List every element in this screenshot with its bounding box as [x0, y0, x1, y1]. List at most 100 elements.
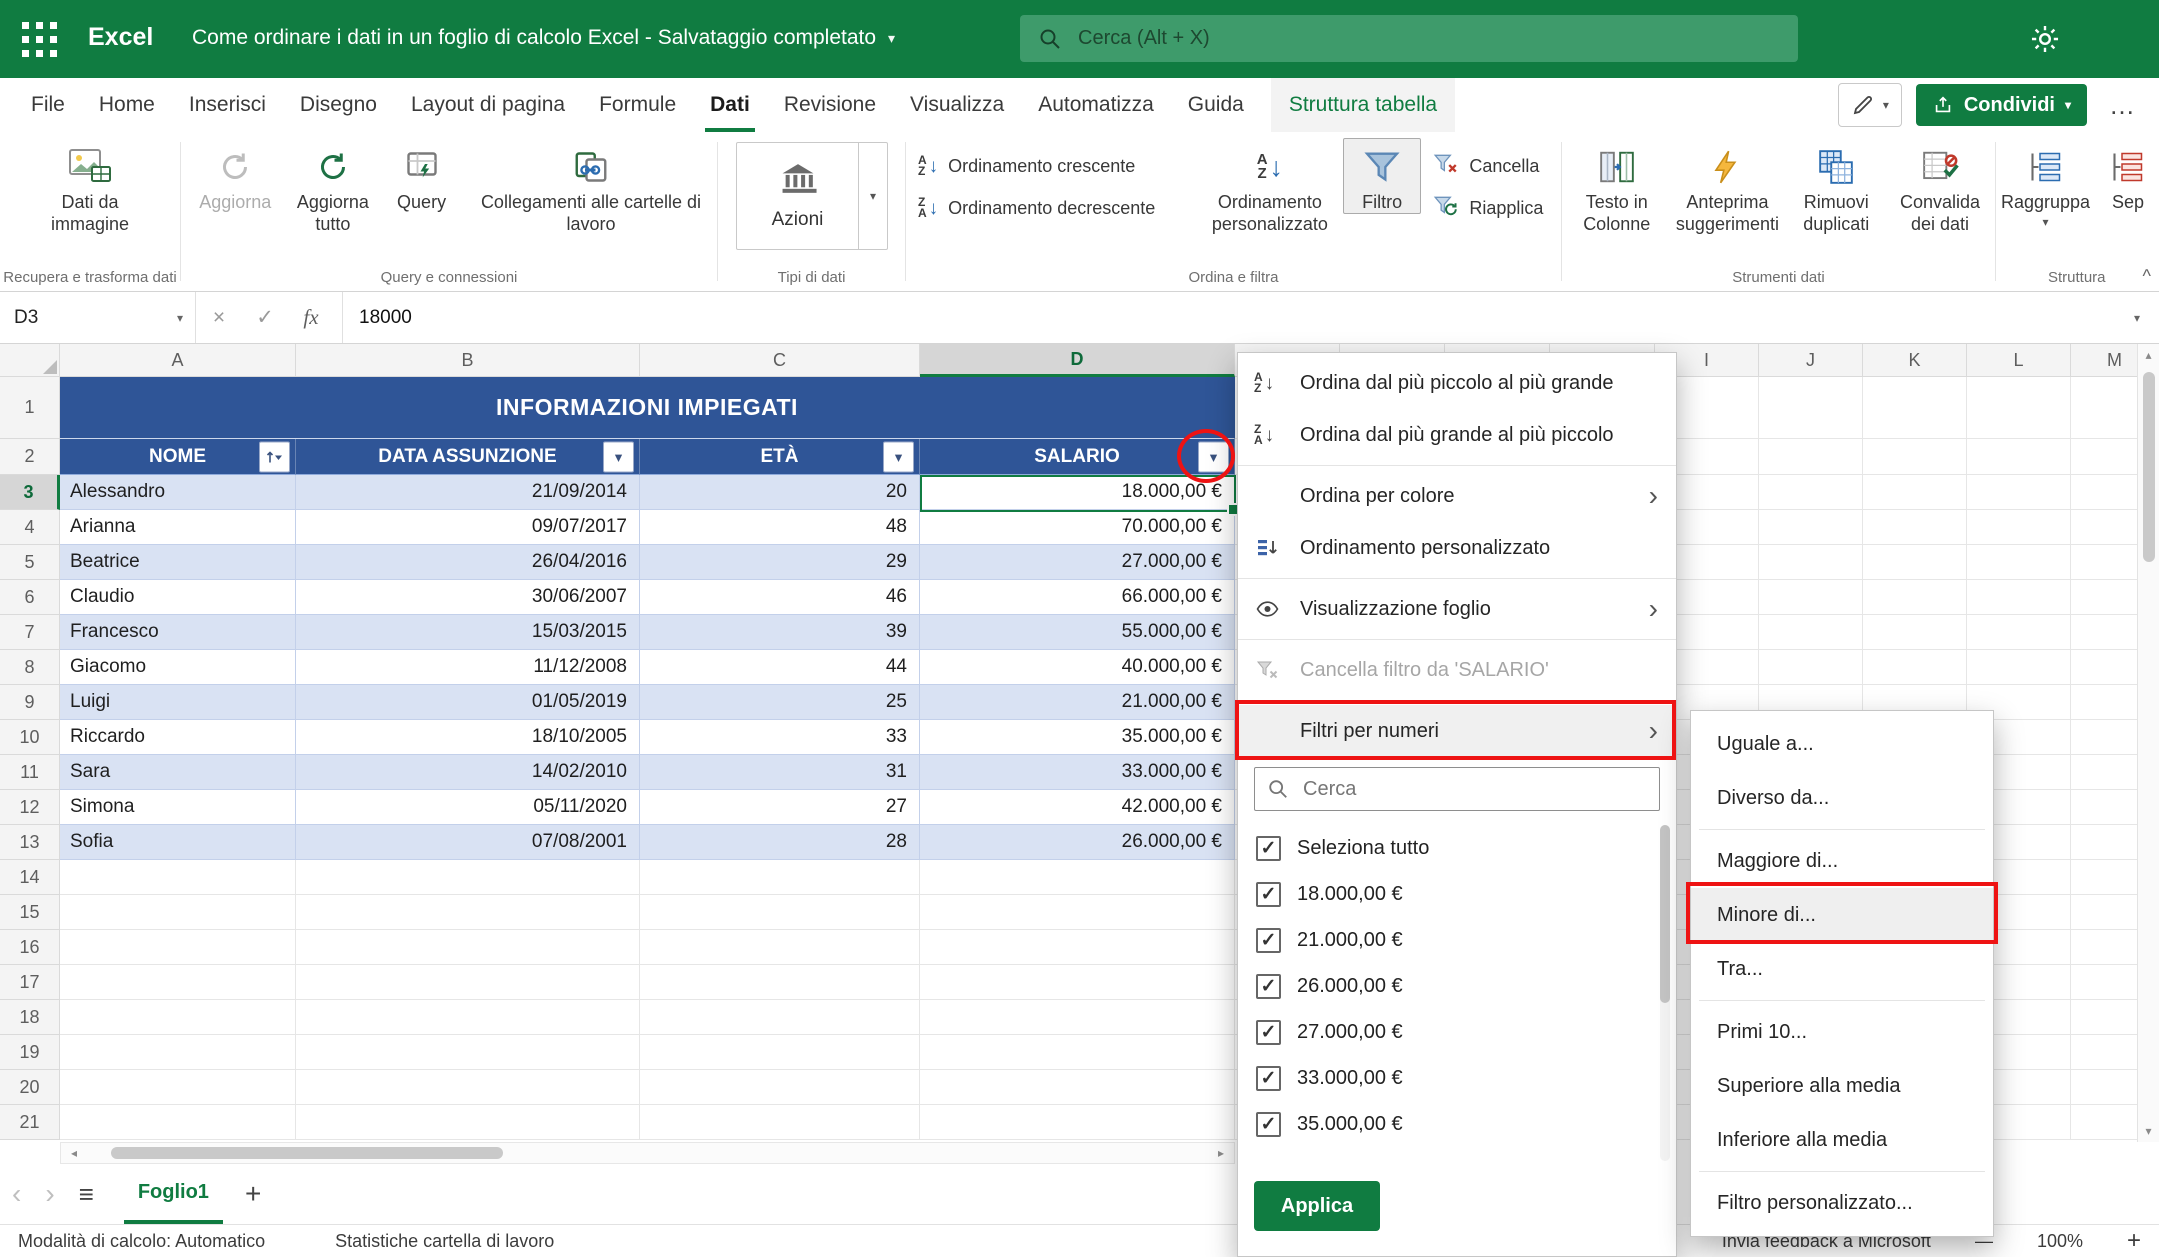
cell-C14[interactable]: [640, 860, 920, 895]
filter-value-18-000-00[interactable]: ✓18.000,00 €: [1238, 871, 1676, 917]
cell-D8[interactable]: 40.000,00 €: [920, 650, 1235, 685]
apply-filter-button[interactable]: Applica: [1254, 1181, 1380, 1231]
row-header-21[interactable]: 21: [0, 1105, 60, 1140]
filter-value-seleziona-tutto[interactable]: ✓Seleziona tutto: [1238, 825, 1676, 871]
cell-C11[interactable]: 31: [640, 755, 920, 790]
cell-D13[interactable]: 26.000,00 €: [920, 825, 1235, 860]
menu-item-ordina-dal-piu-piccolo-al-piu-grande[interactable]: AZ↓Ordina dal più piccolo al più grande: [1238, 357, 1676, 409]
cell-A14[interactable]: [60, 860, 296, 895]
row-header-3[interactable]: 3: [0, 475, 60, 510]
submenu-item-inferiore-alla-media[interactable]: Inferiore alla media: [1691, 1113, 1993, 1167]
column-header-J[interactable]: J: [1759, 344, 1863, 377]
row-header-5[interactable]: 5: [0, 545, 60, 580]
cell-J5[interactable]: [1759, 545, 1863, 580]
cell-A17[interactable]: [60, 965, 296, 1000]
cell-B5[interactable]: 26/04/2016: [296, 545, 640, 580]
column-header-A[interactable]: A: [60, 344, 296, 377]
editing-mode-button[interactable]: ▾: [1838, 83, 1902, 127]
cell-A15[interactable]: [60, 895, 296, 930]
row-header-7[interactable]: 7: [0, 615, 60, 650]
cell-A3[interactable]: Alessandro: [60, 475, 296, 510]
cell-D4[interactable]: 70.000,00 €: [920, 510, 1235, 545]
horizontal-scrollbar-track[interactable]: [87, 1143, 1208, 1163]
menu-item-filtri-per-numeri[interactable]: Filtri per numeri›: [1238, 705, 1676, 757]
row-header-10[interactable]: 10: [0, 720, 60, 755]
zoom-in-icon[interactable]: +: [2127, 1227, 2141, 1255]
cell-B14[interactable]: [296, 860, 640, 895]
column-header-D[interactable]: D: [920, 344, 1235, 377]
previous-sheet-icon[interactable]: ‹: [0, 1180, 33, 1208]
insert-function-icon[interactable]: fx: [288, 305, 334, 330]
row-header-9[interactable]: 9: [0, 685, 60, 720]
all-sheets-menu-icon[interactable]: ≡: [67, 1181, 106, 1207]
menu-item-cancella-filtro-da-salario[interactable]: Cancella filtro da 'SALARIO': [1238, 644, 1676, 696]
cell-C9[interactable]: 25: [640, 685, 920, 720]
tab-formule[interactable]: Formule: [582, 78, 693, 132]
row-header-11[interactable]: 11: [0, 755, 60, 790]
cell-A10[interactable]: Riccardo: [60, 720, 296, 755]
ungroup-button[interactable]: Sep: [2097, 138, 2159, 214]
zoom-level[interactable]: 100%: [2037, 1231, 2083, 1252]
cell-C3[interactable]: 20: [640, 475, 920, 510]
filter-value-26-000-00[interactable]: ✓26.000,00 €: [1238, 963, 1676, 1009]
checkbox-checked-icon[interactable]: ✓: [1256, 1066, 1281, 1091]
cell-K6[interactable]: [1863, 580, 1967, 615]
filter-button-nome[interactable]: [259, 441, 290, 472]
vertical-scrollbar-thumb[interactable]: [2143, 372, 2155, 562]
formula-input[interactable]: 18000: [342, 292, 2115, 343]
menu-item-ordina-per-colore[interactable]: Ordina per colore›: [1238, 470, 1676, 522]
cell-D5[interactable]: 27.000,00 €: [920, 545, 1235, 580]
checkbox-checked-icon[interactable]: ✓: [1256, 974, 1281, 999]
workbook-statistics-button[interactable]: Statistiche cartella di lavoro: [335, 1231, 554, 1252]
scroll-down-icon[interactable]: ▾: [2138, 1124, 2159, 1138]
cell-A5[interactable]: Beatrice: [60, 545, 296, 580]
calculation-mode-status[interactable]: Modalità di calcolo: Automatico: [18, 1231, 265, 1252]
gallery-chevron-button[interactable]: ▾: [858, 143, 887, 249]
tab-dati[interactable]: Dati: [693, 78, 767, 132]
column-header-K[interactable]: K: [1863, 344, 1967, 377]
tab-inserisci[interactable]: Inserisci: [172, 78, 283, 132]
submenu-item-primi-10[interactable]: Primi 10...: [1691, 1005, 1993, 1059]
cell-C15[interactable]: [640, 895, 920, 930]
cell-B18[interactable]: [296, 1000, 640, 1035]
chevron-down-icon[interactable]: ▾: [888, 30, 895, 47]
cell-L7[interactable]: [1967, 615, 2071, 650]
menu-item-visualizzazione-foglio[interactable]: Visualizzazione foglio›: [1238, 583, 1676, 635]
submenu-item-maggiore-di[interactable]: Maggiore di...: [1691, 834, 1993, 888]
filter-list-scrollbar-thumb[interactable]: [1660, 825, 1670, 1003]
submenu-item-superiore-alla-media[interactable]: Superiore alla media: [1691, 1059, 1993, 1113]
cell-D17[interactable]: [920, 965, 1235, 1000]
settings-gear-icon[interactable]: [2028, 22, 2062, 56]
tab-struttura-tabella[interactable]: Struttura tabella: [1271, 78, 1455, 132]
cell-B3[interactable]: 21/09/2014: [296, 475, 640, 510]
submenu-item-filtro-personalizzato[interactable]: Filtro personalizzato...: [1691, 1176, 1993, 1230]
tab-guida[interactable]: Guida: [1171, 78, 1261, 132]
document-title[interactable]: Come ordinare i dati in un foglio di cal…: [192, 26, 895, 50]
next-sheet-icon[interactable]: ›: [33, 1180, 66, 1208]
filter-search-input[interactable]: [1301, 777, 1647, 802]
row-header-13[interactable]: 13: [0, 825, 60, 860]
cell-J4[interactable]: [1759, 510, 1863, 545]
cell-B7[interactable]: 15/03/2015: [296, 615, 640, 650]
cell-L2[interactable]: [1967, 439, 2071, 475]
cancel-entry-icon[interactable]: ×: [196, 306, 242, 330]
checkbox-checked-icon[interactable]: ✓: [1256, 836, 1281, 861]
submenu-item-uguale-a[interactable]: Uguale a...: [1691, 717, 1993, 771]
cell-J2[interactable]: [1759, 439, 1863, 475]
cell-D7[interactable]: 55.000,00 €: [920, 615, 1235, 650]
refresh-all-button[interactable]: Aggiorna tutto: [288, 138, 379, 236]
cell-D16[interactable]: [920, 930, 1235, 965]
horizontal-scrollbar[interactable]: ◂ ▸: [60, 1142, 1235, 1164]
row-header-6[interactable]: 6: [0, 580, 60, 615]
tab-home[interactable]: Home: [82, 78, 172, 132]
cell-B6[interactable]: 30/06/2007: [296, 580, 640, 615]
cell-L8[interactable]: [1967, 650, 2071, 685]
refresh-button[interactable]: Aggiorna: [191, 138, 280, 214]
cell-C10[interactable]: 33: [640, 720, 920, 755]
cell-D3[interactable]: 18.000,00 €: [920, 475, 1235, 510]
cell-B4[interactable]: 09/07/2017: [296, 510, 640, 545]
cell-L5[interactable]: [1967, 545, 2071, 580]
data-validation-button[interactable]: Convalida dei dati: [1885, 138, 1995, 236]
cell-L6[interactable]: [1967, 580, 2071, 615]
cell-B20[interactable]: [296, 1070, 640, 1105]
